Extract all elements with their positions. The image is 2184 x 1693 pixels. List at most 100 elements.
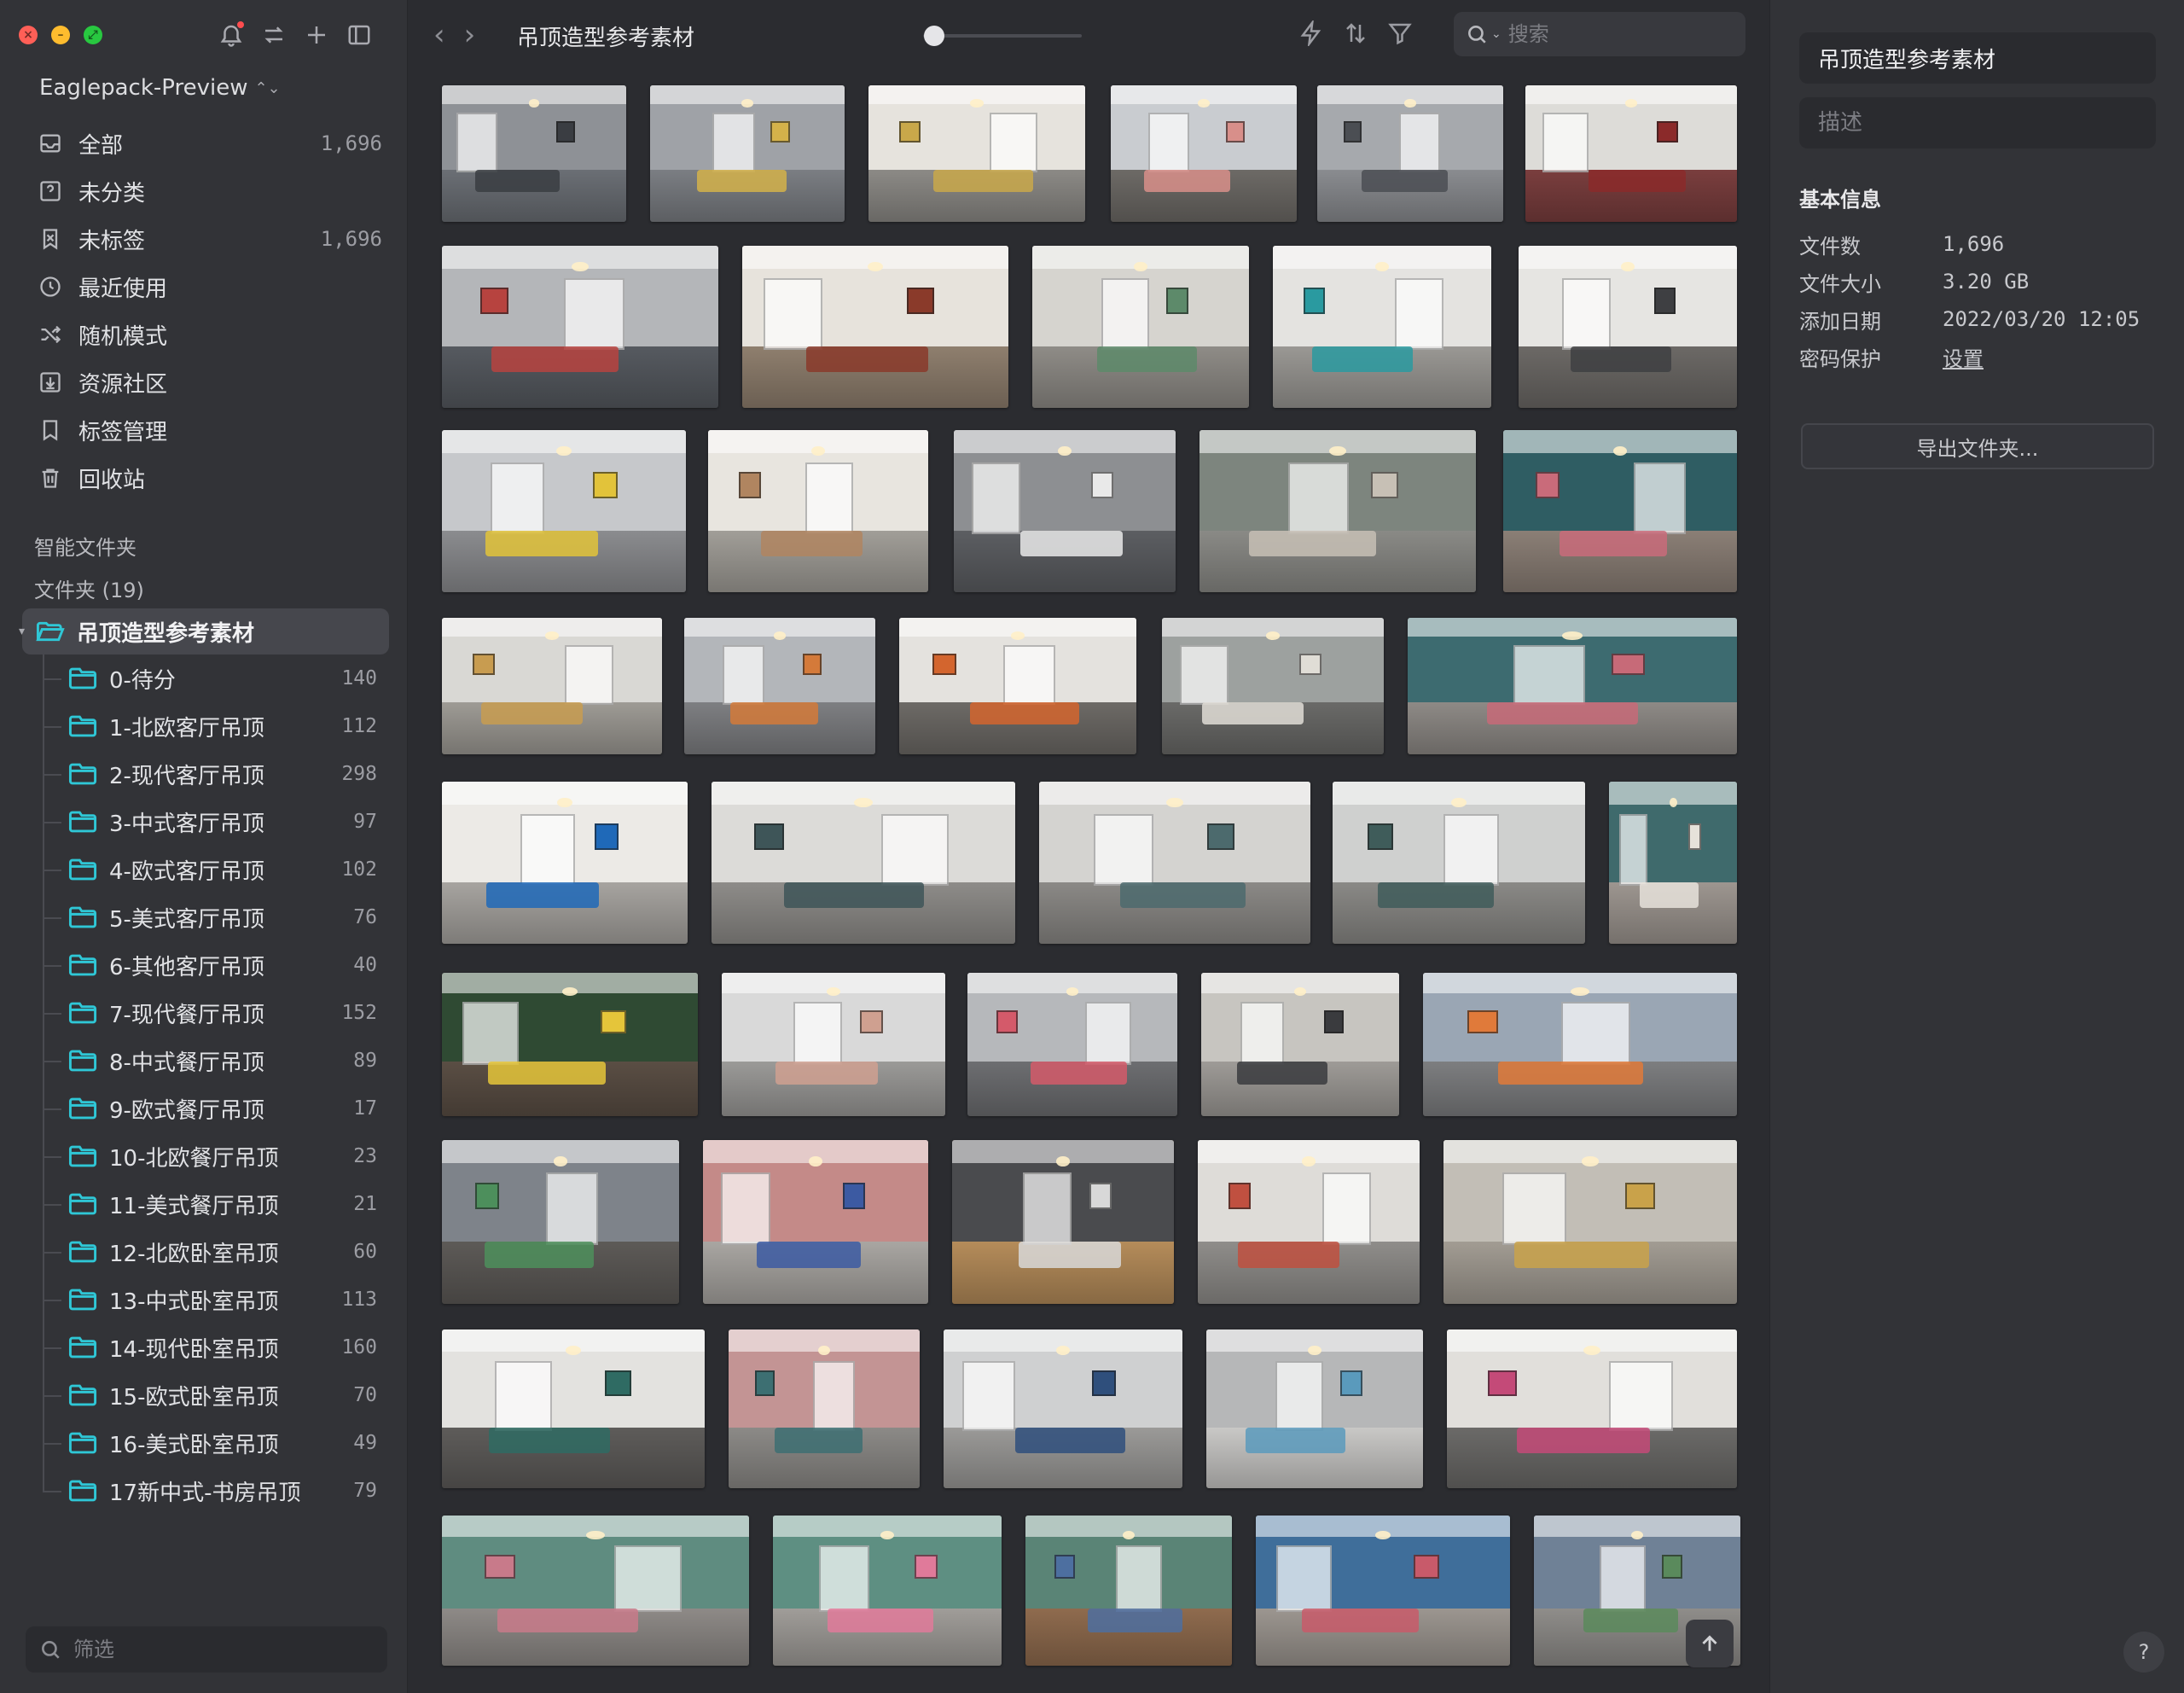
thumbnail-image[interactable] — [442, 618, 662, 754]
folder-item[interactable]: 10-北欧餐厅吊顶 23 — [22, 1132, 389, 1180]
forward-arrow-icon[interactable]: › — [464, 20, 476, 49]
thumbnail-image[interactable] — [1408, 618, 1737, 754]
thumbnail-image[interactable] — [1199, 430, 1476, 592]
thumbnail-image[interactable] — [1206, 1329, 1423, 1488]
thumbnail-image[interactable] — [1111, 85, 1297, 222]
zoom-window-button[interactable]: ⤢ — [84, 26, 102, 44]
folder-item[interactable]: 12-北欧卧室吊顶 60 — [22, 1228, 389, 1276]
search-field[interactable]: ⌄ — [1454, 12, 1745, 56]
filter-field[interactable] — [26, 1626, 387, 1673]
folders-header[interactable]: 文件夹 (19) — [34, 573, 144, 603]
thumbnail-image[interactable] — [442, 1140, 679, 1304]
folder-item[interactable]: 8-中式餐厅吊顶 89 — [22, 1037, 389, 1085]
thumbnail-image[interactable] — [729, 1329, 920, 1488]
chevron-down-icon[interactable]: ⌄ — [1491, 27, 1502, 41]
thumbnail-image[interactable] — [1201, 973, 1399, 1116]
export-folder-button[interactable]: 导出文件夹... — [1801, 423, 2154, 469]
folder-item[interactable]: 7-现代餐厅吊顶 152 — [22, 989, 389, 1037]
thumbnail-image[interactable] — [1519, 246, 1737, 408]
smart-folders-header[interactable]: 智能文件夹 — [34, 531, 136, 561]
folder-name-input[interactable] — [1818, 45, 2142, 71]
thumbnail-image[interactable] — [1317, 85, 1503, 222]
scroll-to-top-button[interactable] — [1686, 1620, 1734, 1667]
thumbnail-image[interactable] — [442, 1329, 705, 1488]
folder-name-field[interactable] — [1799, 32, 2156, 84]
filter-button[interactable] — [1387, 19, 1413, 48]
folder-item[interactable]: 9-欧式餐厅吊顶 17 — [22, 1085, 389, 1132]
thumbnail-image[interactable] — [442, 246, 718, 408]
minimize-window-button[interactable]: – — [51, 26, 70, 44]
folder-item[interactable]: 0-待分 140 — [22, 655, 389, 702]
thumbnail-image[interactable] — [1198, 1140, 1420, 1304]
thumbnail-image[interactable] — [442, 782, 688, 944]
sidebar-item-trash[interactable]: 回收站 — [22, 454, 389, 502]
thumbnail-image[interactable] — [1162, 618, 1384, 754]
search-input[interactable] — [1507, 22, 1713, 46]
thumbnail-image[interactable] — [1423, 973, 1737, 1116]
folder-item-root[interactable]: ▾ 吊顶造型参考素材 — [19, 608, 389, 655]
folder-item[interactable]: 13-中式卧室吊顶 113 — [22, 1276, 389, 1324]
sidebar-item-community[interactable]: 资源社区 — [22, 358, 389, 406]
sidebar-item-untagged[interactable]: 未标签 1,696 — [22, 215, 389, 263]
thumbnail-image[interactable] — [954, 430, 1176, 592]
help-button[interactable]: ? — [2123, 1632, 2164, 1673]
thumbnail-image[interactable] — [868, 85, 1085, 222]
thumbnail-image[interactable] — [722, 973, 945, 1116]
sidebar-item-random[interactable]: 随机模式 — [22, 311, 389, 358]
description-field[interactable] — [1799, 97, 2156, 148]
quick-action-button[interactable] — [1298, 19, 1324, 48]
thumbnail-image[interactable] — [1443, 1140, 1737, 1304]
folder-item[interactable]: 4-欧式客厅吊顶 102 — [22, 846, 389, 893]
folder-item[interactable]: 5-美式客厅吊顶 76 — [22, 893, 389, 941]
thumbnail-image[interactable] — [899, 618, 1136, 754]
toggle-sidebar-button[interactable] — [346, 20, 372, 49]
thumbnail-image[interactable] — [684, 618, 875, 754]
thumbnail-image[interactable] — [967, 973, 1177, 1116]
folder-item[interactable]: 16-美式卧室吊顶 49 — [22, 1419, 389, 1467]
thumbnail-image[interactable] — [1256, 1516, 1510, 1666]
thumbnail-image[interactable] — [442, 973, 698, 1116]
close-window-button[interactable]: × — [19, 26, 38, 44]
thumbnail-image[interactable] — [1039, 782, 1310, 944]
thumbnail-image[interactable] — [1025, 1516, 1232, 1666]
folder-item[interactable]: 14-现代卧室吊顶 160 — [22, 1324, 389, 1371]
folder-item[interactable]: 11-美式餐厅吊顶 21 — [22, 1180, 389, 1228]
sync-button[interactable] — [261, 20, 287, 49]
thumbnail-image[interactable] — [442, 85, 626, 222]
library-switcher[interactable]: Eaglepack-Preview ⌃⌄ — [39, 75, 281, 101]
thumbnail-image[interactable] — [1273, 246, 1491, 408]
sidebar-item-tag-manager[interactable]: 标签管理 — [22, 406, 389, 454]
thumbnail-image[interactable] — [773, 1516, 1002, 1666]
folder-item[interactable]: 17新中式-书房吊顶 79 — [22, 1467, 389, 1515]
sidebar-item-uncategorized[interactable]: 未分类 — [22, 167, 389, 215]
description-input[interactable] — [1818, 110, 2142, 136]
thumbnail-image[interactable] — [703, 1140, 928, 1304]
thumbnail-image[interactable] — [944, 1329, 1182, 1488]
folder-item[interactable]: 1-北欧客厅吊顶 112 — [22, 702, 389, 750]
folder-item[interactable]: 2-现代客厅吊顶 298 — [22, 750, 389, 798]
notifications-button[interactable] — [218, 20, 244, 49]
thumbnail-image[interactable] — [442, 430, 686, 592]
add-button[interactable] — [304, 20, 329, 49]
filter-input[interactable] — [73, 1638, 363, 1661]
thumbnail-image[interactable] — [650, 85, 845, 222]
thumbnail-image[interactable] — [1503, 430, 1737, 592]
sidebar-item-all[interactable]: 全部 1,696 — [22, 119, 389, 167]
thumbnail-image[interactable] — [442, 1516, 749, 1666]
folder-item[interactable]: 3-中式客厅吊顶 97 — [22, 798, 389, 846]
thumbnail-image[interactable] — [1609, 782, 1737, 944]
thumbnail-image[interactable] — [742, 246, 1008, 408]
back-arrow-icon[interactable]: ‹ — [433, 20, 445, 49]
thumbnail-image[interactable] — [1032, 246, 1249, 408]
slider-knob[interactable] — [924, 26, 945, 46]
thumbnail-image[interactable] — [708, 430, 928, 592]
thumbnail-image[interactable] — [1447, 1329, 1737, 1488]
folder-item[interactable]: 15-欧式卧室吊顶 70 — [22, 1371, 389, 1419]
thumbnail-image[interactable] — [1525, 85, 1737, 222]
set-password-link[interactable]: 设置 — [1943, 342, 1984, 372]
sidebar-item-recent[interactable]: 最近使用 — [22, 263, 389, 311]
thumbnail-image[interactable] — [712, 782, 1015, 944]
sort-button[interactable] — [1343, 19, 1368, 48]
thumbnail-image[interactable] — [952, 1140, 1174, 1304]
folder-item[interactable]: 6-其他客厅吊顶 40 — [22, 941, 389, 989]
